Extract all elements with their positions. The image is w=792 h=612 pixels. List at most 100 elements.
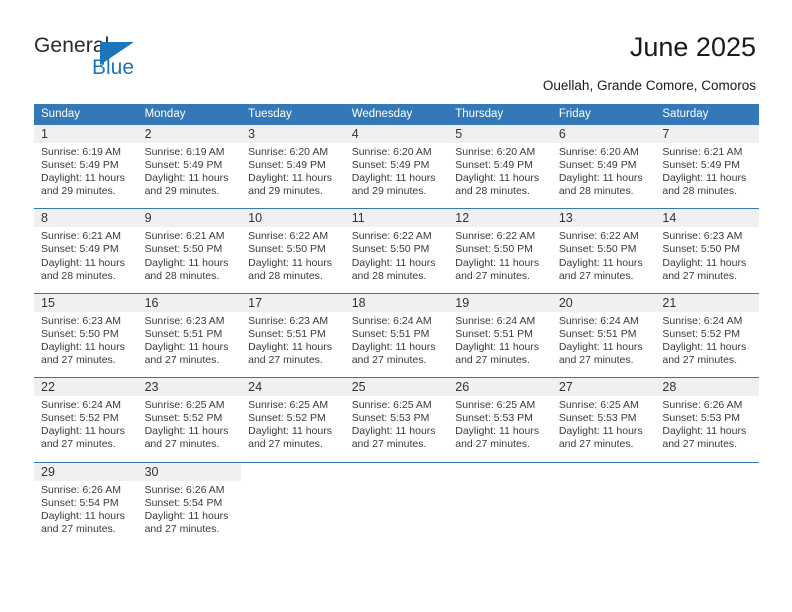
weekday-header-friday: Friday [551, 104, 656, 125]
day-number[interactable]: 26 [448, 377, 552, 397]
sunset-text: Sunset: 5:49 PM [144, 159, 223, 172]
day-cell[interactable]: Sunrise: 6:25 AM Sunset: 5:53 PM Dayligh… [551, 396, 656, 462]
day-number[interactable]: 13 [551, 208, 656, 228]
sunrise-text: Sunrise: 6:25 AM [144, 399, 225, 412]
sunrise-text: Sunrise: 6:23 AM [662, 230, 743, 243]
daylight-text-line2: and 28 minutes. [662, 185, 738, 198]
day-cell[interactable]: Sunrise: 6:24 AM Sunset: 5:52 PM Dayligh… [655, 311, 759, 378]
day-cell[interactable]: Sunrise: 6:23 AM Sunset: 5:50 PM Dayligh… [655, 227, 759, 294]
sunset-text: Sunset: 5:50 PM [41, 327, 119, 340]
day-number[interactable]: 3 [241, 125, 345, 143]
day-cell[interactable]: Sunrise: 6:20 AM Sunset: 5:49 PM Dayligh… [551, 143, 656, 209]
sunrise-text: Sunrise: 6:20 AM [248, 146, 329, 158]
daylight-text-line1: Daylight: 11 hours [248, 256, 332, 269]
day-number[interactable]: 11 [344, 208, 449, 228]
day-number[interactable]: 16 [137, 292, 242, 312]
day-cell[interactable]: Sunrise: 6:24 AM Sunset: 5:52 PM Dayligh… [34, 396, 138, 462]
day-number[interactable]: 22 [34, 377, 138, 397]
day-number[interactable]: 15 [34, 292, 138, 312]
day-cell[interactable]: Sunrise: 6:20 AM Sunset: 5:49 PM Dayligh… [241, 143, 345, 209]
daylight-text-line1: Daylight: 11 hours [248, 425, 332, 438]
daylight-text-line2: and 27 minutes. [144, 354, 220, 367]
day-number[interactable]: 14 [655, 208, 759, 228]
sunrise-text: Sunrise: 6:22 AM [248, 230, 329, 243]
sunset-text: Sunset: 5:51 PM [351, 327, 430, 340]
daylight-text-line2: and 27 minutes. [662, 269, 738, 282]
day-number[interactable]: 18 [344, 292, 449, 312]
sunset-text: Sunset: 5:53 PM [351, 412, 430, 425]
day-cell[interactable]: Sunrise: 6:26 AM Sunset: 5:54 PM Dayligh… [137, 480, 242, 546]
page-header: General Blue June 2025 Ouellah, Grande C… [0, 0, 792, 104]
sunset-text: Sunset: 5:51 PM [248, 327, 326, 340]
daylight-text-line2: and 27 minutes. [455, 354, 530, 367]
day-cell[interactable]: Sunrise: 6:19 AM Sunset: 5:49 PM Dayligh… [34, 143, 138, 209]
daylight-text-line1: Daylight: 11 hours [144, 172, 229, 185]
day-number[interactable]: 24 [241, 377, 345, 397]
day-cell[interactable]: Sunrise: 6:20 AM Sunset: 5:49 PM Dayligh… [448, 143, 552, 209]
day-number[interactable]: 25 [344, 377, 449, 397]
daylight-text-line1: Daylight: 11 hours [144, 256, 229, 269]
day-number[interactable]: 6 [551, 125, 656, 143]
day-cell[interactable]: Sunrise: 6:21 AM Sunset: 5:49 PM Dayligh… [34, 227, 138, 294]
week-number-row: 15 16 17 18 19 20 21 [34, 292, 759, 312]
sunrise-text: Sunrise: 6:20 AM [351, 146, 432, 158]
day-number[interactable]: 9 [137, 208, 242, 228]
day-cell[interactable]: Sunrise: 6:22 AM Sunset: 5:50 PM Dayligh… [344, 227, 449, 294]
brand-logo[interactable]: General Blue [34, 34, 144, 80]
day-cell[interactable]: Sunrise: 6:22 AM Sunset: 5:50 PM Dayligh… [448, 227, 552, 294]
day-number[interactable]: 12 [448, 208, 552, 228]
day-cell[interactable]: Sunrise: 6:21 AM Sunset: 5:49 PM Dayligh… [655, 143, 759, 209]
sunset-text: Sunset: 5:50 PM [248, 243, 326, 256]
day-number[interactable]: 21 [655, 292, 759, 312]
daylight-text-line2: and 27 minutes. [41, 438, 116, 451]
day-cell[interactable]: Sunrise: 6:24 AM Sunset: 5:51 PM Dayligh… [551, 311, 656, 378]
daylight-text-line1: Daylight: 11 hours [351, 256, 436, 269]
day-cell[interactable]: Sunrise: 6:24 AM Sunset: 5:51 PM Dayligh… [448, 311, 552, 378]
sunrise-text: Sunrise: 6:23 AM [248, 314, 329, 327]
day-cell[interactable]: Sunrise: 6:25 AM Sunset: 5:53 PM Dayligh… [448, 396, 552, 462]
day-number[interactable]: 10 [241, 208, 345, 228]
day-number[interactable]: 7 [655, 125, 759, 143]
day-cell[interactable]: Sunrise: 6:25 AM Sunset: 5:52 PM Dayligh… [137, 396, 242, 462]
daylight-text-line2: and 29 minutes. [248, 185, 323, 198]
day-number[interactable]: 2 [137, 125, 242, 143]
day-cell[interactable]: Sunrise: 6:26 AM Sunset: 5:53 PM Dayligh… [655, 396, 759, 462]
day-cell[interactable]: Sunrise: 6:20 AM Sunset: 5:49 PM Dayligh… [344, 143, 449, 209]
day-cell[interactable]: Sunrise: 6:26 AM Sunset: 5:54 PM Dayligh… [34, 480, 138, 546]
day-cell[interactable]: Sunrise: 6:23 AM Sunset: 5:51 PM Dayligh… [241, 311, 345, 378]
day-number[interactable]: 17 [241, 292, 345, 312]
week-detail-row: Sunrise: 6:23 AM Sunset: 5:50 PM Dayligh… [34, 311, 759, 378]
day-number-empty [551, 461, 656, 481]
brand-name-blue: Blue [92, 56, 135, 79]
day-cell[interactable]: Sunrise: 6:22 AM Sunset: 5:50 PM Dayligh… [241, 227, 345, 294]
week-number-row: 1 2 3 4 5 6 7 [34, 125, 759, 143]
day-cell[interactable]: Sunrise: 6:25 AM Sunset: 5:52 PM Dayligh… [241, 396, 345, 462]
day-number[interactable]: 29 [34, 461, 138, 481]
day-number[interactable]: 20 [551, 292, 656, 312]
day-number[interactable]: 5 [448, 125, 552, 143]
sunrise-text: Sunrise: 6:26 AM [144, 483, 225, 496]
day-number[interactable]: 27 [551, 377, 656, 397]
brand-name-general: General [34, 34, 110, 57]
day-cell[interactable]: Sunrise: 6:24 AM Sunset: 5:51 PM Dayligh… [344, 311, 449, 378]
sunset-text: Sunset: 5:49 PM [455, 159, 533, 172]
day-cell[interactable]: Sunrise: 6:19 AM Sunset: 5:49 PM Dayligh… [137, 143, 242, 209]
day-cell[interactable]: Sunrise: 6:22 AM Sunset: 5:50 PM Dayligh… [551, 227, 656, 294]
sunset-text: Sunset: 5:52 PM [144, 412, 223, 425]
day-number[interactable]: 28 [655, 377, 759, 397]
day-number[interactable]: 30 [137, 461, 242, 481]
day-number[interactable]: 1 [34, 125, 138, 143]
sunset-text: Sunset: 5:52 PM [41, 412, 119, 425]
week-detail-row: Sunrise: 6:26 AM Sunset: 5:54 PM Dayligh… [34, 480, 759, 546]
day-number[interactable]: 8 [34, 208, 138, 228]
day-number[interactable]: 19 [448, 292, 552, 312]
day-number[interactable]: 23 [137, 377, 242, 397]
day-number[interactable]: 4 [344, 125, 449, 143]
day-cell[interactable]: Sunrise: 6:25 AM Sunset: 5:53 PM Dayligh… [344, 396, 449, 462]
day-cell[interactable]: Sunrise: 6:23 AM Sunset: 5:50 PM Dayligh… [34, 311, 138, 378]
sunrise-text: Sunrise: 6:24 AM [351, 314, 432, 327]
weekday-header-thursday: Thursday [448, 104, 552, 125]
day-cell[interactable]: Sunrise: 6:23 AM Sunset: 5:51 PM Dayligh… [137, 311, 242, 378]
sunset-text: Sunset: 5:52 PM [662, 327, 741, 340]
day-cell[interactable]: Sunrise: 6:21 AM Sunset: 5:50 PM Dayligh… [137, 227, 242, 294]
